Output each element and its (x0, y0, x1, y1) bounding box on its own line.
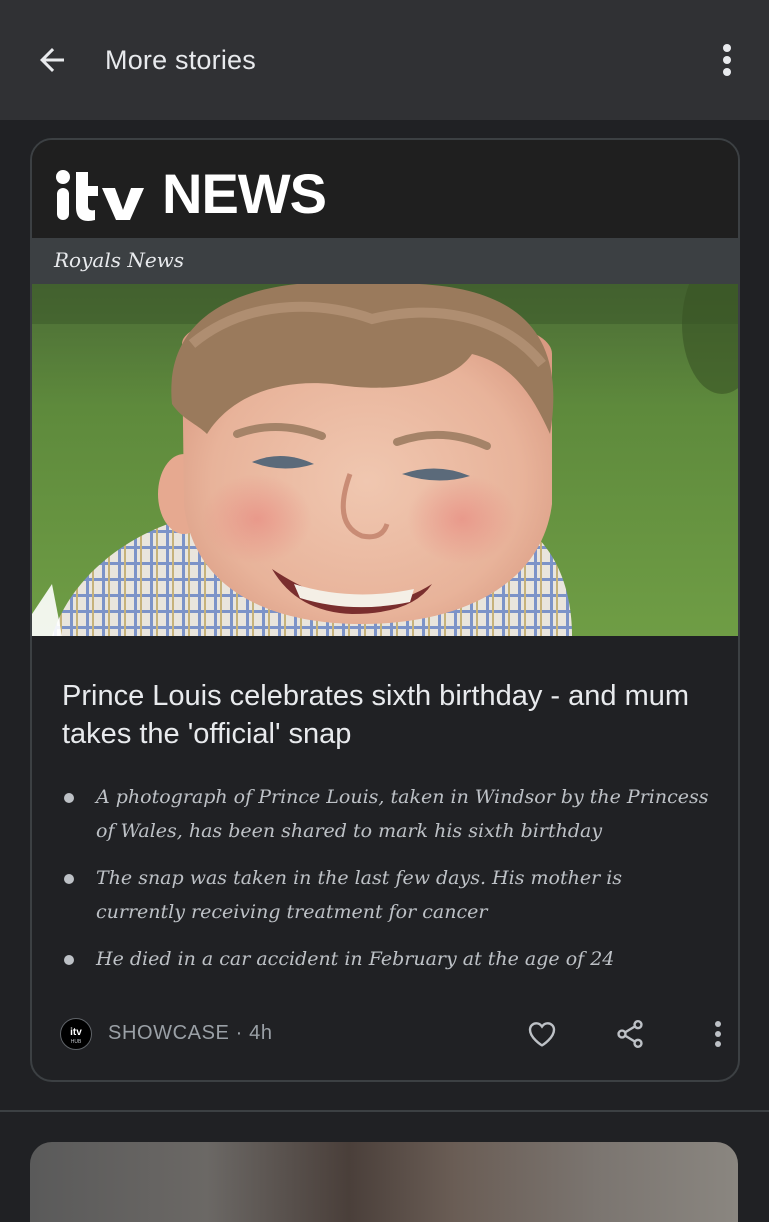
divider (0, 1110, 769, 1112)
more-options-button[interactable] (702, 30, 752, 90)
hero-photo (32, 284, 738, 636)
svg-text:HUB: HUB (71, 1039, 82, 1045)
card-more-button[interactable] (696, 1012, 738, 1056)
svg-text:itv: itv (70, 1027, 82, 1038)
section-label: Royals News (54, 248, 185, 272)
next-story-card[interactable] (30, 1142, 738, 1222)
back-button[interactable] (22, 30, 82, 90)
source-meta[interactable]: SHOWCASE · 4h (108, 1022, 273, 1045)
summary-text: The snap was taken in the last few days.… (96, 867, 623, 923)
summary-bullet: A photograph of Prince Louis, taken in W… (62, 780, 712, 848)
app-bar: More stories (0, 0, 769, 120)
more-vert-icon (715, 1021, 721, 1047)
bullet-dot-icon (64, 874, 74, 884)
story-card[interactable]: NEWS Royals News Prince Louis celebrates… (30, 138, 740, 1082)
arrow-back-icon (40, 48, 64, 72)
story-footer: itv HUB SHOWCASE · 4h (60, 1012, 721, 1056)
story-summary-list: A photograph of Prince Louis, taken in W… (62, 780, 712, 989)
share-button[interactable] (608, 1012, 652, 1056)
source-avatar[interactable]: itv HUB (60, 1018, 92, 1050)
publisher-name: NEWS (162, 162, 327, 225)
like-button[interactable] (520, 1012, 564, 1056)
hero-image (32, 284, 738, 636)
page-title: More stories (105, 45, 256, 75)
publisher-logo: NEWS (54, 162, 327, 225)
summary-bullet: The snap was taken in the last few days.… (62, 861, 712, 929)
story-media: NEWS Royals News (32, 140, 738, 636)
story-headline[interactable]: Prince Louis celebrates sixth birthday -… (62, 677, 712, 753)
summary-text: He died in a car accident in February at… (96, 948, 615, 970)
itv-logo (56, 170, 144, 221)
itv-hub-logo: itv HUB (70, 1027, 82, 1045)
meta-separator: · (235, 1022, 243, 1044)
source-name: SHOWCASE (108, 1022, 230, 1044)
bullet-dot-icon (64, 793, 74, 803)
bullet-dot-icon (64, 955, 74, 965)
section-band: Royals News (32, 238, 738, 284)
more-vert-icon (723, 44, 731, 76)
share-icon (617, 1020, 643, 1048)
story-age: 4h (249, 1022, 273, 1044)
heart-icon (528, 1022, 556, 1047)
summary-text: A photograph of Prince Louis, taken in W… (96, 786, 709, 842)
summary-bullet: He died in a car accident in February at… (62, 942, 712, 976)
